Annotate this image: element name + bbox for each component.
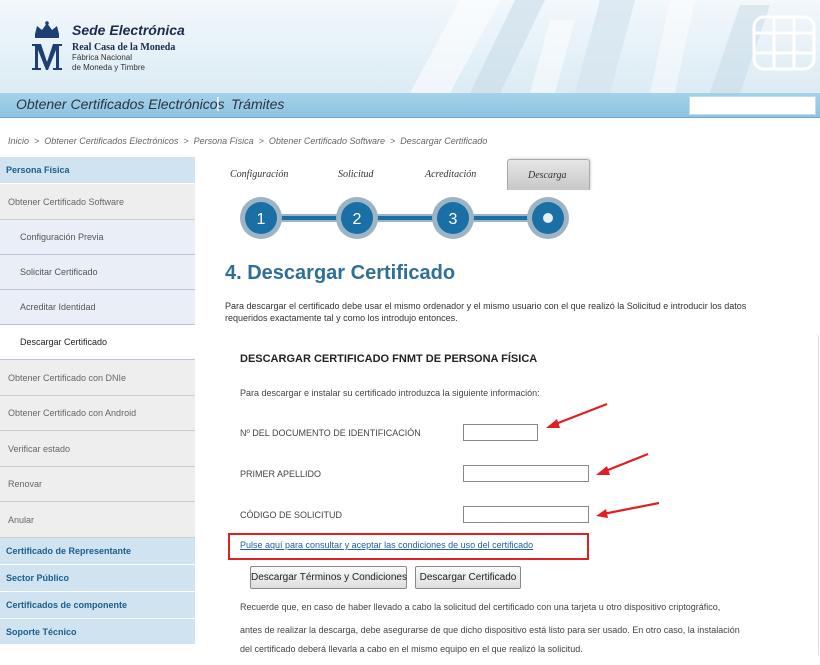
sidebar-item-persona-fisica[interactable]: Persona Física — [0, 157, 195, 184]
notice-text: del certificado deberá llevarla a cabo e… — [240, 644, 583, 654]
step-number: 2 — [353, 211, 362, 228]
header-decoration — [410, 0, 770, 93]
sidebar-item-anular[interactable]: Anular — [0, 502, 195, 538]
smartcard-chip-icon — [752, 15, 816, 71]
breadcrumb-item[interactable]: Obtener Certificados Electrónicos — [44, 136, 178, 146]
sidebar-item-certificado-dnie[interactable]: Obtener Certificado con DNIe — [0, 360, 195, 396]
document-number-label: Nº DEL DOCUMENTO DE IDENTIFICACIÓN — [240, 428, 421, 438]
sidebar-item-solicitar-certificado[interactable]: Solicitar Certificado — [0, 255, 195, 290]
site-title: Sede Electrónica — [72, 22, 185, 38]
step-1-circle: 1 — [240, 197, 282, 239]
nav-tramites[interactable]: Trámites — [231, 96, 284, 112]
step-label-configuracion: Configuración — [230, 169, 289, 180]
breadcrumb-item[interactable]: Inicio — [8, 136, 29, 146]
breadcrumb: Inicio > Obtener Certificados Electrónicos… — [8, 136, 487, 146]
nav-separator: | — [216, 95, 220, 112]
download-terms-button[interactable]: Descargar Términos y Condiciones — [250, 566, 407, 589]
step-label-descarga: Descarga — [528, 170, 567, 181]
step-3-circle: 3 — [432, 197, 474, 239]
sidebar-item-verificar-estado[interactable]: Verificar estado — [0, 431, 195, 467]
breadcrumb-separator: > — [389, 136, 396, 146]
step-number: 1 — [257, 211, 266, 228]
breadcrumb-separator: > — [183, 136, 189, 146]
step-label-acreditacion: Acreditación — [425, 169, 477, 180]
sidebar-item-certificado-representante[interactable]: Certificado de Representante — [0, 538, 195, 565]
step-number: 3 — [449, 211, 458, 228]
conditions-link[interactable]: Pulse aquí para consultar y aceptar las … — [240, 540, 533, 550]
first-surname-label: PRIMER APELLIDO — [240, 469, 322, 479]
download-certificate-button[interactable]: Descargar Certificado — [415, 566, 521, 589]
sidebar-item-acreditar-identidad[interactable]: Acreditar Identidad — [0, 290, 195, 325]
step-2-circle: 2 — [336, 197, 378, 239]
red-arrow-icon — [596, 501, 660, 518]
sidebar-item-certificados-componente[interactable]: Certificados de componente — [0, 592, 195, 619]
breadcrumb-separator: > — [258, 136, 264, 146]
breadcrumb-item-current: Descargar Certificado — [400, 136, 488, 146]
document-number-input[interactable] — [463, 424, 538, 441]
sidebar-item-descargar-certificado[interactable]: Descargar Certificado — [0, 325, 195, 360]
top-navigation: Obtener Certificados Electrónicos | Trám… — [0, 93, 820, 118]
sidebar-item-certificado-android[interactable]: Obtener Certificado con Android — [0, 396, 195, 431]
intro-line: Para descargar el certificado debe usar … — [225, 301, 747, 311]
sidebar: Persona Física Obtener Certificado Softw… — [0, 157, 195, 647]
breadcrumb-item[interactable]: Persona Física — [194, 136, 254, 146]
intro-line: requeridos exactamente tal y como los in… — [225, 313, 458, 323]
sidebar-item-sector-publico[interactable]: Sector Público — [0, 565, 195, 592]
search-input[interactable] — [689, 96, 816, 115]
breadcrumb-item[interactable]: Obtener Certificado Software — [269, 136, 385, 146]
red-arrow-icon — [546, 402, 608, 428]
fnmt-crown-m-logo-icon — [32, 21, 62, 70]
red-arrow-icon — [596, 452, 649, 475]
notice-text: Recuerde que, en caso de haber llevado a… — [240, 602, 721, 612]
sidebar-item-configuracion-previa[interactable]: Configuración Previa — [0, 220, 195, 255]
site-header: Sede Electrónica Real Casa de la Moneda … — [0, 0, 820, 93]
intro-text: Para descargar el certificado debe usar … — [225, 300, 820, 324]
notice-text: antes de realizar la descarga, debe aseg… — [240, 625, 740, 635]
nav-obtener-certificados[interactable]: Obtener Certificados Electrónicos — [16, 96, 225, 112]
sidebar-item-renovar[interactable]: Renovar — [0, 467, 195, 502]
form-title: DESCARGAR CERTIFICADO FNMT DE PERSONA FÍ… — [240, 353, 538, 365]
first-surname-input[interactable] — [463, 465, 589, 482]
request-code-label: CÓDIGO DE SOLICITUD — [240, 510, 343, 520]
progress-stepper: 1 2 3 — [240, 197, 569, 239]
org-name-line: Real Casa de la Moneda — [72, 42, 176, 53]
request-code-input[interactable] — [463, 506, 589, 523]
form-description: Para descargar e instalar su certificado… — [240, 388, 540, 398]
step-label-solicitud: Solicitud — [338, 169, 374, 180]
step-4-current-circle — [527, 197, 569, 239]
org-name-line: de Moneda y Timbre — [72, 63, 145, 72]
org-name-line: Fábrica Nacional — [72, 53, 133, 62]
breadcrumb-separator: > — [34, 136, 40, 146]
sidebar-item-obtener-certificado-software[interactable]: Obtener Certificado Software — [0, 184, 195, 220]
sidebar-item-soporte-tecnico[interactable]: Soporte Técnico — [0, 619, 195, 645]
panel-divider — [818, 335, 819, 655]
page-title: 4. Descargar Certificado — [225, 262, 456, 284]
